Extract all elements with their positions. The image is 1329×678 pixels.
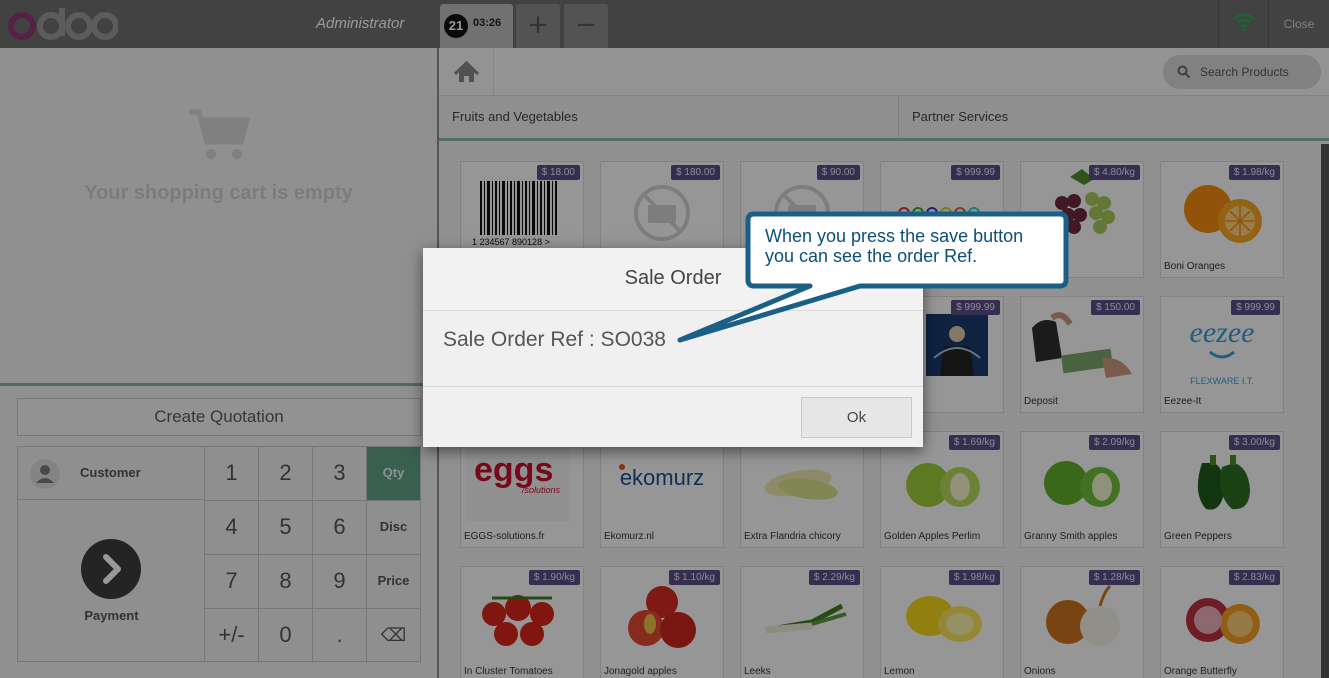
callout-line-1: When you press the save button (765, 226, 1024, 246)
callout-bubble (677, 211, 1069, 343)
callout-text: When you press the save button you can s… (765, 226, 1060, 266)
callout-line-2: you can see the order Ref. (765, 246, 978, 266)
